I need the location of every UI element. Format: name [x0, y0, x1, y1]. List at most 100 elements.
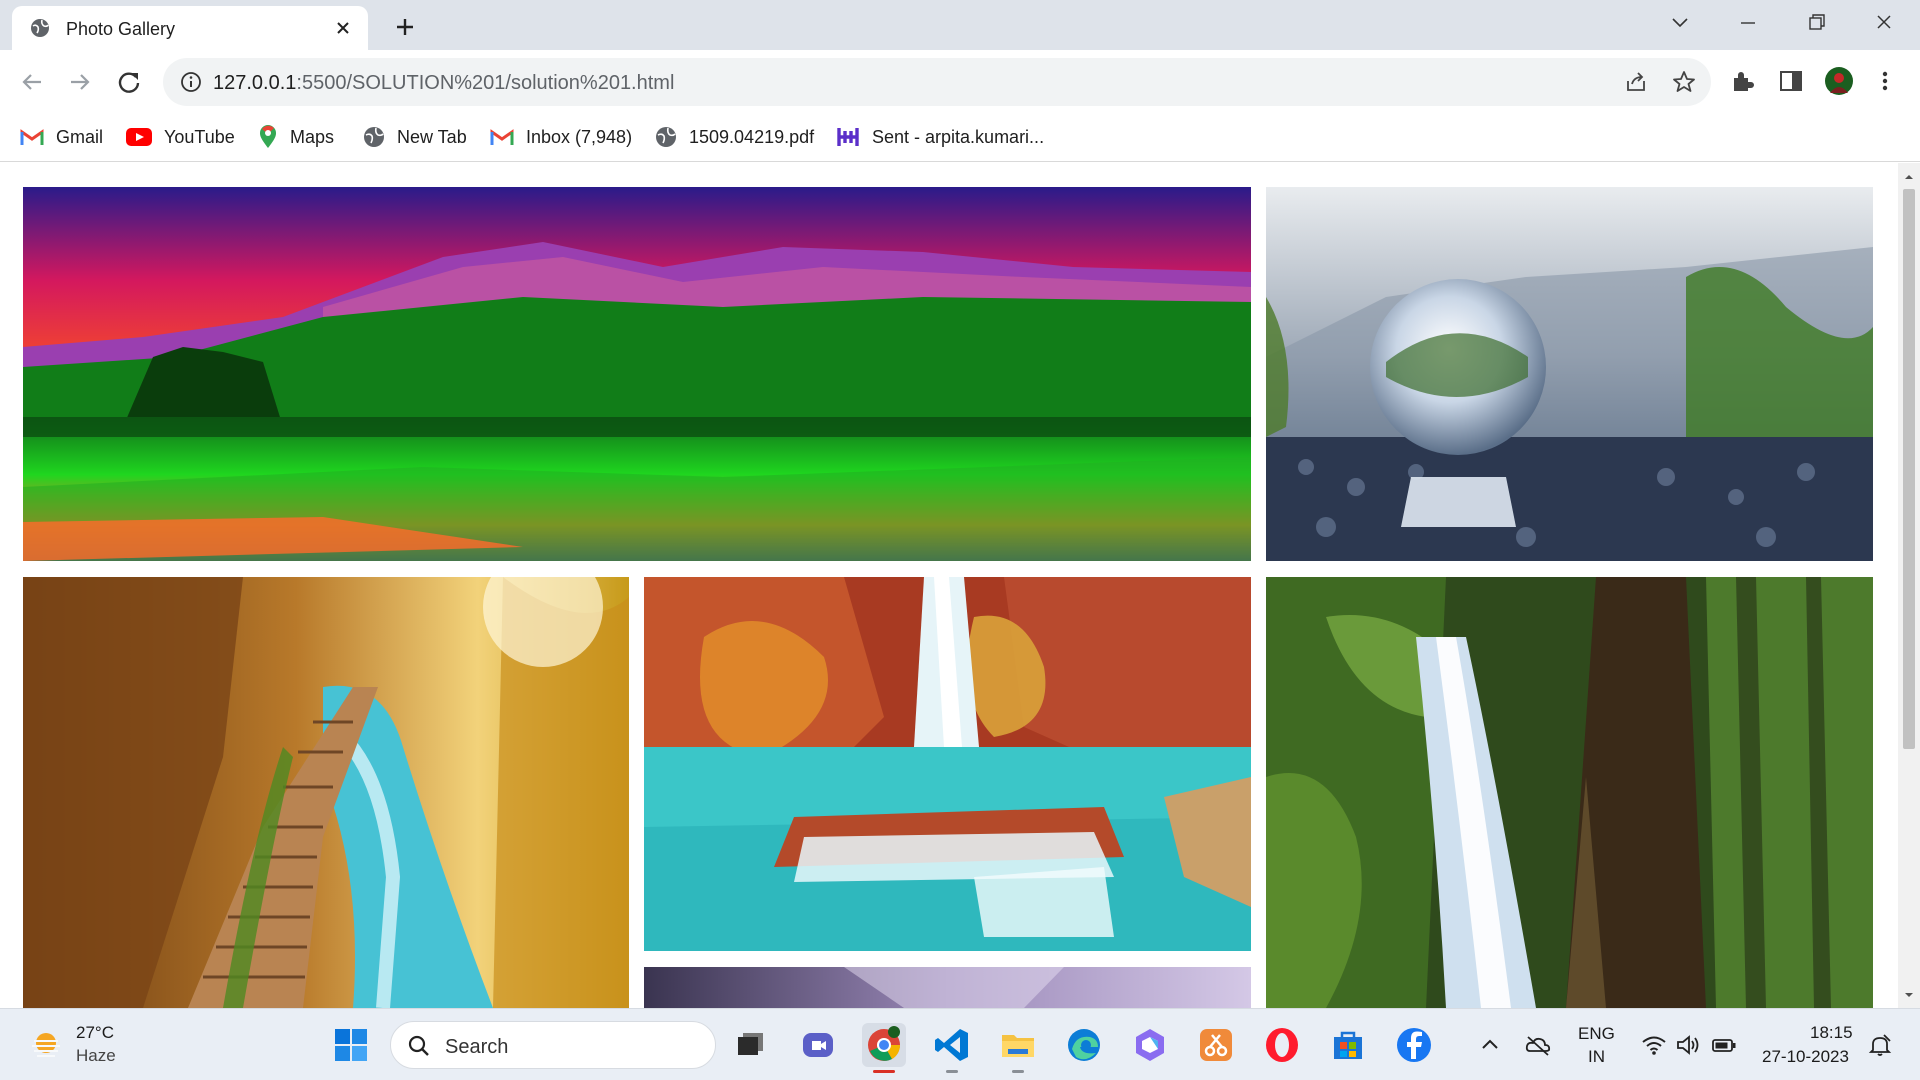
- bookmark-label: 1509.04219.pdf: [689, 126, 815, 147]
- teams-chat-app[interactable]: [796, 1023, 840, 1067]
- tab-search-icon[interactable]: [1654, 8, 1706, 38]
- new-tab-icon[interactable]: [390, 12, 420, 42]
- bookmark-label: Maps: [290, 126, 335, 147]
- chrome-app[interactable]: [862, 1023, 906, 1073]
- close-window-icon[interactable]: [1858, 8, 1910, 38]
- windows-start-icon[interactable]: [333, 1027, 369, 1063]
- scrollbar-thumb[interactable]: [1903, 189, 1915, 749]
- back-icon[interactable]: [14, 64, 50, 100]
- boardwalk-photo: [23, 577, 629, 1008]
- taskbar-search[interactable]: Search: [390, 1021, 716, 1069]
- copilot-app[interactable]: [1128, 1023, 1172, 1067]
- share-icon[interactable]: [1623, 69, 1649, 95]
- wifi-icon[interactable]: [1640, 1031, 1668, 1059]
- gmail-icon: [20, 129, 44, 145]
- facebook-app[interactable]: [1392, 1023, 1436, 1067]
- waterfall-photo: [1266, 577, 1873, 1008]
- scroll-up-icon[interactable]: [1903, 171, 1915, 183]
- edge-app[interactable]: [1062, 1023, 1106, 1067]
- address-bar[interactable]: 127.0.0.1:5500/SOLUTION%201/solution%201…: [163, 58, 1711, 106]
- sky-photo: [644, 967, 1251, 1008]
- volume-icon[interactable]: [1674, 1031, 1702, 1059]
- browser-title-bar: Photo Gallery: [0, 0, 1920, 50]
- landscape-photo: [23, 187, 1251, 561]
- tab-photo-gallery[interactable]: Photo Gallery: [12, 6, 368, 50]
- chrome-icon: [868, 1026, 901, 1061]
- battery-icon[interactable]: [1710, 1031, 1738, 1059]
- onedrive-offline-icon[interactable]: [1524, 1031, 1552, 1059]
- gallery-photo-crystal-ball[interactable]: [1266, 187, 1873, 561]
- running-indicator: [1012, 1070, 1024, 1073]
- bookmark-pdf[interactable]: 1509.04219.pdf: [655, 124, 814, 150]
- restore-icon[interactable]: [1790, 8, 1842, 38]
- bookmark-maps[interactable]: Maps: [258, 124, 334, 150]
- minimize-icon[interactable]: [1722, 8, 1774, 38]
- bookmark-inbox[interactable]: Inbox (7,948): [490, 124, 632, 150]
- weather-temperature[interactable]: 27°C: [76, 1023, 114, 1043]
- gallery-photo-forest-waterfall[interactable]: [1266, 577, 1873, 1008]
- bookmarks-bar: Gmail YouTube Maps New Tab Inbox (7,948): [0, 112, 1920, 162]
- opera-icon: [1266, 1028, 1298, 1062]
- waterfall-photo: [644, 577, 1251, 951]
- browser-toolbar: 127.0.0.1:5500/SOLUTION%201/solution%201…: [0, 50, 1920, 112]
- reload-icon[interactable]: [111, 64, 147, 100]
- search-icon: [408, 1035, 429, 1056]
- bookmark-star-icon[interactable]: [1671, 69, 1697, 95]
- bookmark-gmail[interactable]: Gmail: [20, 124, 103, 150]
- facebook-icon: [1397, 1028, 1431, 1062]
- bookmark-new-tab[interactable]: New Tab: [363, 124, 467, 150]
- clock-date[interactable]: 27-10-2023: [1762, 1047, 1849, 1067]
- gallery-photo-canyon-waterfall[interactable]: [644, 577, 1251, 951]
- bookmark-label: Sent - arpita.kumari...: [872, 126, 1045, 147]
- file-explorer-app[interactable]: [996, 1023, 1040, 1073]
- clock-time[interactable]: 18:15: [1810, 1023, 1853, 1043]
- region-indicator[interactable]: IN: [1588, 1047, 1605, 1067]
- store-icon: [1334, 1031, 1362, 1059]
- maps-icon: [260, 125, 276, 148]
- crystal-ball-photo: [1266, 187, 1873, 561]
- copilot-icon: [1136, 1029, 1164, 1061]
- task-view-icon: [738, 1033, 763, 1055]
- folder-icon: [1002, 1035, 1034, 1057]
- page-scrollbar[interactable]: [1898, 163, 1920, 1008]
- teams-chat-icon: [803, 1033, 833, 1057]
- haze-weather-icon[interactable]: [28, 1027, 64, 1063]
- vscode-app[interactable]: [930, 1023, 974, 1073]
- gmail-icon: [490, 129, 514, 145]
- site-info-icon[interactable]: [179, 70, 203, 94]
- gallery-photo-purple-sky[interactable]: [644, 967, 1251, 1008]
- globe-icon: [364, 127, 384, 147]
- language-indicator[interactable]: ENG: [1578, 1024, 1615, 1044]
- extensions-icon[interactable]: [1728, 66, 1758, 96]
- show-hidden-icons-icon[interactable]: [1476, 1031, 1504, 1059]
- bookmark-sent[interactable]: Sent - arpita.kumari...: [836, 124, 1044, 150]
- bookmark-label: Gmail: [56, 126, 104, 147]
- url-path: :5500/SOLUTION%201/solution%201.html: [296, 72, 675, 94]
- gallery-photo-boardwalk[interactable]: [23, 577, 629, 1008]
- globe-icon: [656, 127, 676, 147]
- browser-menu-icon[interactable]: [1870, 66, 1900, 96]
- gallery-photo-mountain-lake[interactable]: [23, 187, 1251, 561]
- profile-avatar-icon[interactable]: [1824, 66, 1854, 96]
- tab-title: Photo Gallery: [66, 19, 176, 39]
- opera-app[interactable]: [1260, 1023, 1304, 1067]
- close-tab-icon[interactable]: [332, 17, 354, 39]
- bookmark-label: YouTube: [164, 126, 235, 147]
- side-panel-icon[interactable]: [1776, 66, 1806, 96]
- url-host: 127.0.0.1: [213, 72, 297, 94]
- scroll-down-icon[interactable]: [1903, 989, 1915, 1001]
- hive-icon: [837, 128, 859, 146]
- active-indicator: [873, 1070, 895, 1073]
- task-view-app[interactable]: [728, 1023, 772, 1067]
- snipping-tool-icon: [1200, 1029, 1232, 1061]
- bookmark-label: New Tab: [397, 126, 467, 147]
- snipping-app[interactable]: [1194, 1023, 1238, 1067]
- url-text[interactable]: 127.0.0.1:5500/SOLUTION%201/solution%201…: [213, 72, 674, 95]
- running-indicator: [946, 1070, 958, 1073]
- weather-condition[interactable]: Haze: [76, 1046, 116, 1066]
- youtube-icon: [126, 128, 152, 146]
- notifications-icon[interactable]: [1866, 1031, 1894, 1059]
- forward-icon[interactable]: [62, 64, 98, 100]
- microsoft-store-app[interactable]: [1326, 1023, 1370, 1067]
- bookmark-youtube[interactable]: YouTube: [126, 124, 235, 150]
